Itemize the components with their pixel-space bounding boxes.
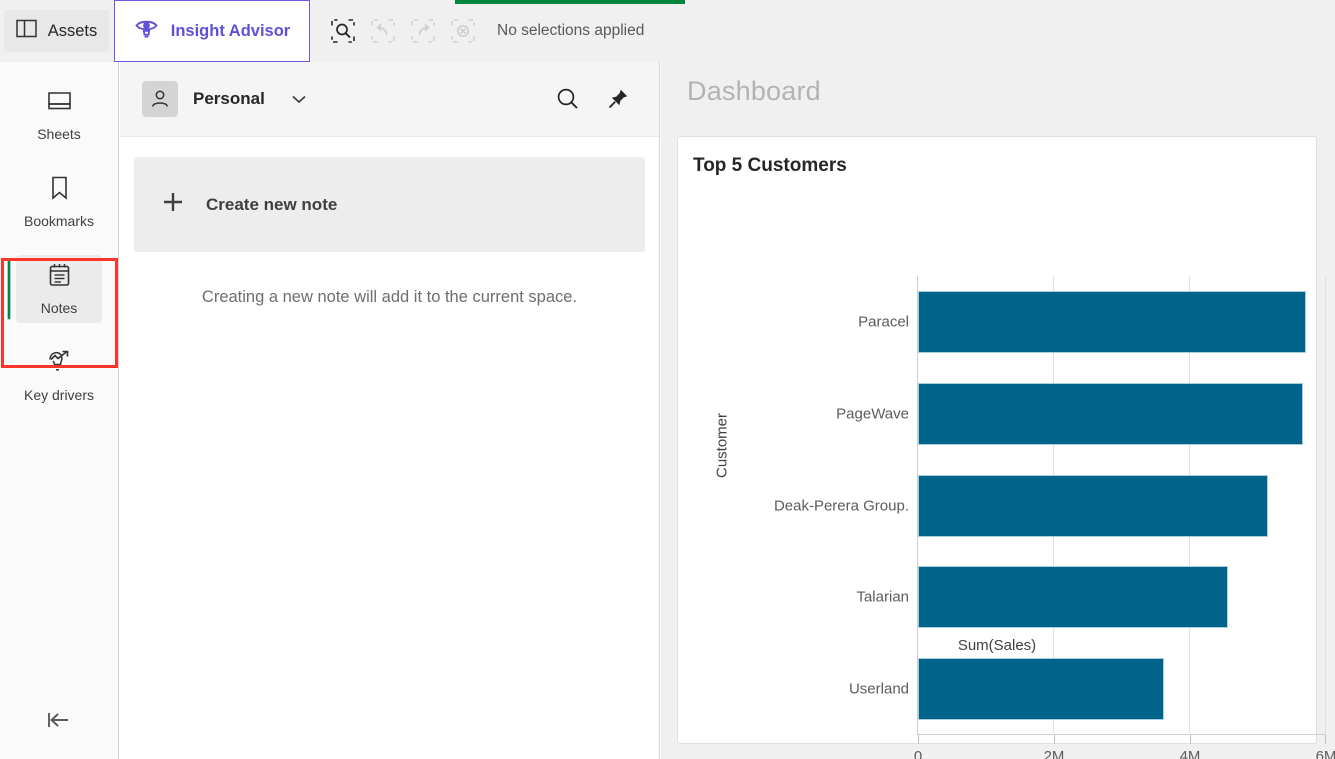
sidebar-item-label-sheets: Sheets <box>37 125 81 142</box>
sidebar-item-label-bookmarks: Bookmarks <box>23 213 95 229</box>
search-icon[interactable] <box>551 82 585 116</box>
pin-icon[interactable] <box>601 82 635 116</box>
sidebar-item-label-notes: Notes <box>40 300 78 316</box>
sidebar-item-label-key-drivers: Key drivers <box>23 387 95 403</box>
chart-x-axis-label: Sum(Sales) <box>957 637 1037 654</box>
page-title: Dashboard <box>687 76 821 106</box>
sheets-icon <box>46 89 73 119</box>
chart-x-tick <box>918 735 919 744</box>
chart-x-tick <box>1325 735 1326 744</box>
left-navigation-rail: Sheets Bookmarks Notes Key drivers <box>0 62 119 759</box>
chart-category-label[interactable]: Userland <box>849 681 909 698</box>
chart-bar[interactable] <box>918 658 1165 721</box>
sidebar-item-bookmarks[interactable]: Bookmarks <box>16 168 102 236</box>
notes-panel-header: Personal <box>120 62 659 137</box>
chevron-down-icon[interactable] <box>291 94 307 104</box>
chart-y-axis-tick-labels: Paracel PageWave Deak-Perera Group. Talaria… <box>678 276 909 735</box>
plus-icon <box>162 191 184 218</box>
assets-label: Assets <box>47 21 98 40</box>
chart-x-tick-label: 0 <box>913 748 923 759</box>
sidebar-item-key-drivers[interactable]: Key drivers <box>16 342 102 410</box>
selection-toolbar: No selections applied <box>310 0 644 62</box>
create-new-note-button[interactable]: Create new note <box>134 157 645 252</box>
create-new-note-label: Create new note <box>206 194 338 214</box>
insight-eye-icon <box>134 16 159 46</box>
active-indicator-bar <box>7 258 11 320</box>
step-back-icon <box>368 16 398 46</box>
clear-all-selections-icon <box>448 16 478 46</box>
chart-x-tick-label: 2M <box>1043 748 1065 759</box>
chart-title: Top 5 Customers <box>693 155 847 176</box>
chart-bar[interactable] <box>918 474 1269 537</box>
active-tab-indicator <box>455 0 685 4</box>
assets-button[interactable]: Assets <box>0 0 113 62</box>
sidebar-item-notes[interactable]: Notes <box>7 255 102 323</box>
chart-x-tick-label: 6M <box>1315 748 1335 759</box>
space-name-label: Personal <box>193 89 265 108</box>
chart-x-tick <box>1190 735 1191 744</box>
top-toolbar: Assets Insight Advisor No selections app… <box>0 0 1335 62</box>
chart-bar[interactable] <box>918 566 1229 629</box>
notes-panel: Personal Create new note Creating a new … <box>120 62 660 759</box>
sidebar-item-sheets[interactable]: Sheets <box>16 81 102 149</box>
selection-status-text: No selections applied <box>497 22 645 39</box>
person-icon[interactable] <box>142 81 178 117</box>
step-forward-icon <box>408 16 438 46</box>
chart-x-tick-label: 4M <box>1179 748 1201 759</box>
selections-search-icon[interactable] <box>328 16 358 46</box>
insight-advisor-tab[interactable]: Insight Advisor <box>114 0 310 62</box>
chart-gridline <box>1325 276 1326 735</box>
notepad-icon <box>47 262 72 293</box>
chart-category-label[interactable]: Deak-Perera Group. <box>774 497 909 514</box>
collapse-left-icon[interactable] <box>29 697 89 743</box>
chart-card[interactable]: Top 5 Customers Customer Paracel PageWave… <box>677 136 1335 759</box>
chart-plot-area: 0 2M 4M 6M <box>914 276 1335 759</box>
chart-category-label[interactable]: Talarian <box>856 589 909 606</box>
notes-empty-hint: Creating a new note will add it to the c… <box>201 288 578 306</box>
insight-advisor-label: Insight Advisor <box>170 21 291 40</box>
chart-bar[interactable] <box>918 382 1303 445</box>
panel-layout-icon <box>15 19 37 43</box>
dashboard-area: Dashboard Top 5 Customers Customer Parac… <box>661 62 1335 759</box>
chart-category-label[interactable]: PageWave <box>836 405 909 422</box>
chart-x-tick <box>1054 735 1055 744</box>
key-drivers-bulb-icon <box>45 349 73 380</box>
chart-bar[interactable] <box>918 290 1307 353</box>
bookmark-icon <box>49 175 70 206</box>
chart-category-label[interactable]: Paracel <box>858 313 909 330</box>
